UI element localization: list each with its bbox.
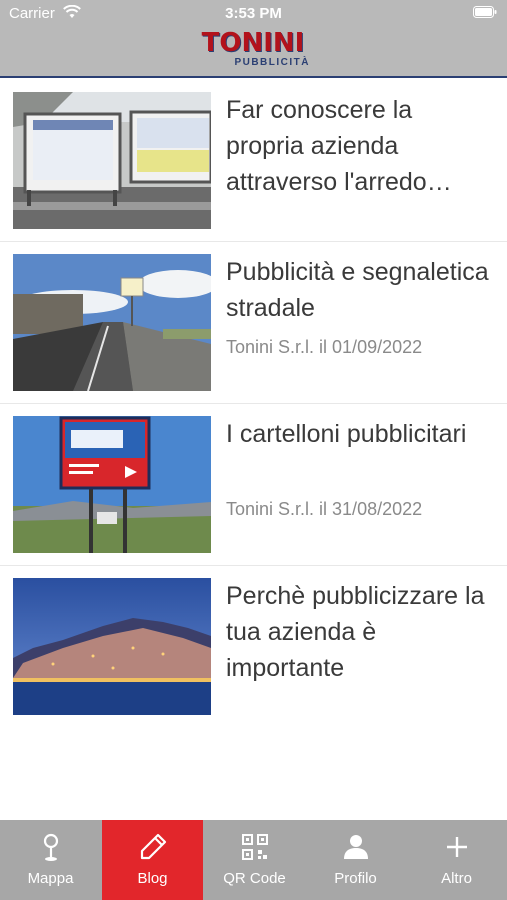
tab-label: Blog — [137, 870, 168, 887]
tab-qr-code[interactable]: QR Code — [204, 820, 305, 900]
article-thumbnail — [13, 578, 211, 715]
logo-wordmark: TONINI — [201, 28, 305, 58]
article-title: Far conoscere la propria azienda attrave… — [226, 96, 452, 196]
person-icon — [344, 835, 368, 859]
article-thumbnail — [13, 254, 211, 391]
tab-label: Profilo — [334, 870, 377, 887]
status-bar: Carrier 3:53 PM — [0, 0, 507, 28]
tab-profilo[interactable]: Profilo — [305, 820, 406, 900]
tab-label: QR Code — [223, 870, 286, 887]
plus-icon — [447, 837, 467, 857]
brand-logo: TONINI PUBBLICITÀ — [196, 28, 310, 72]
article-thumbnail — [13, 92, 211, 229]
article-thumbnail — [13, 416, 211, 553]
tab-blog[interactable]: Blog — [102, 820, 203, 900]
map-pin-icon — [43, 833, 59, 861]
article-title: I cartelloni pubblicitari — [226, 420, 467, 448]
article-meta: Tonini S.r.l. il 01/09/2022 — [226, 337, 423, 357]
qr-code-icon — [242, 834, 268, 860]
clock: 3:53 PM — [225, 5, 282, 22]
blog-item[interactable]: Far conoscere la propria azienda attrave… — [0, 80, 507, 242]
tab-mappa[interactable]: Mappa — [0, 820, 101, 900]
article-title: Perchè pubblicizzare la tua azienda è im… — [226, 582, 485, 682]
battery-icon — [473, 6, 497, 18]
tab-label: Altro — [441, 870, 472, 887]
article-meta: Tonini S.r.l. il 31/08/2022 — [226, 499, 423, 519]
pencil-icon — [140, 833, 167, 860]
blog-item[interactable]: Pubblicità e segnaletica stradale Tonini… — [0, 242, 507, 404]
tab-bar: Mappa Blog QR Code Profilo Altro — [0, 820, 507, 900]
logo-tagline: PUBBLICITÀ — [234, 57, 310, 68]
blog-item[interactable]: I cartelloni pubblicitari Tonini S.r.l. … — [0, 404, 507, 566]
app-header: Carrier 3:53 PM TONINI PUBBLICITÀ — [0, 0, 507, 78]
blog-item[interactable]: Perchè pubblicizzare la tua azienda è im… — [0, 566, 507, 728]
tab-label: Mappa — [27, 870, 74, 887]
article-title: Pubblicità e segnaletica stradale — [226, 258, 489, 322]
tab-altro[interactable]: Altro — [406, 820, 507, 900]
